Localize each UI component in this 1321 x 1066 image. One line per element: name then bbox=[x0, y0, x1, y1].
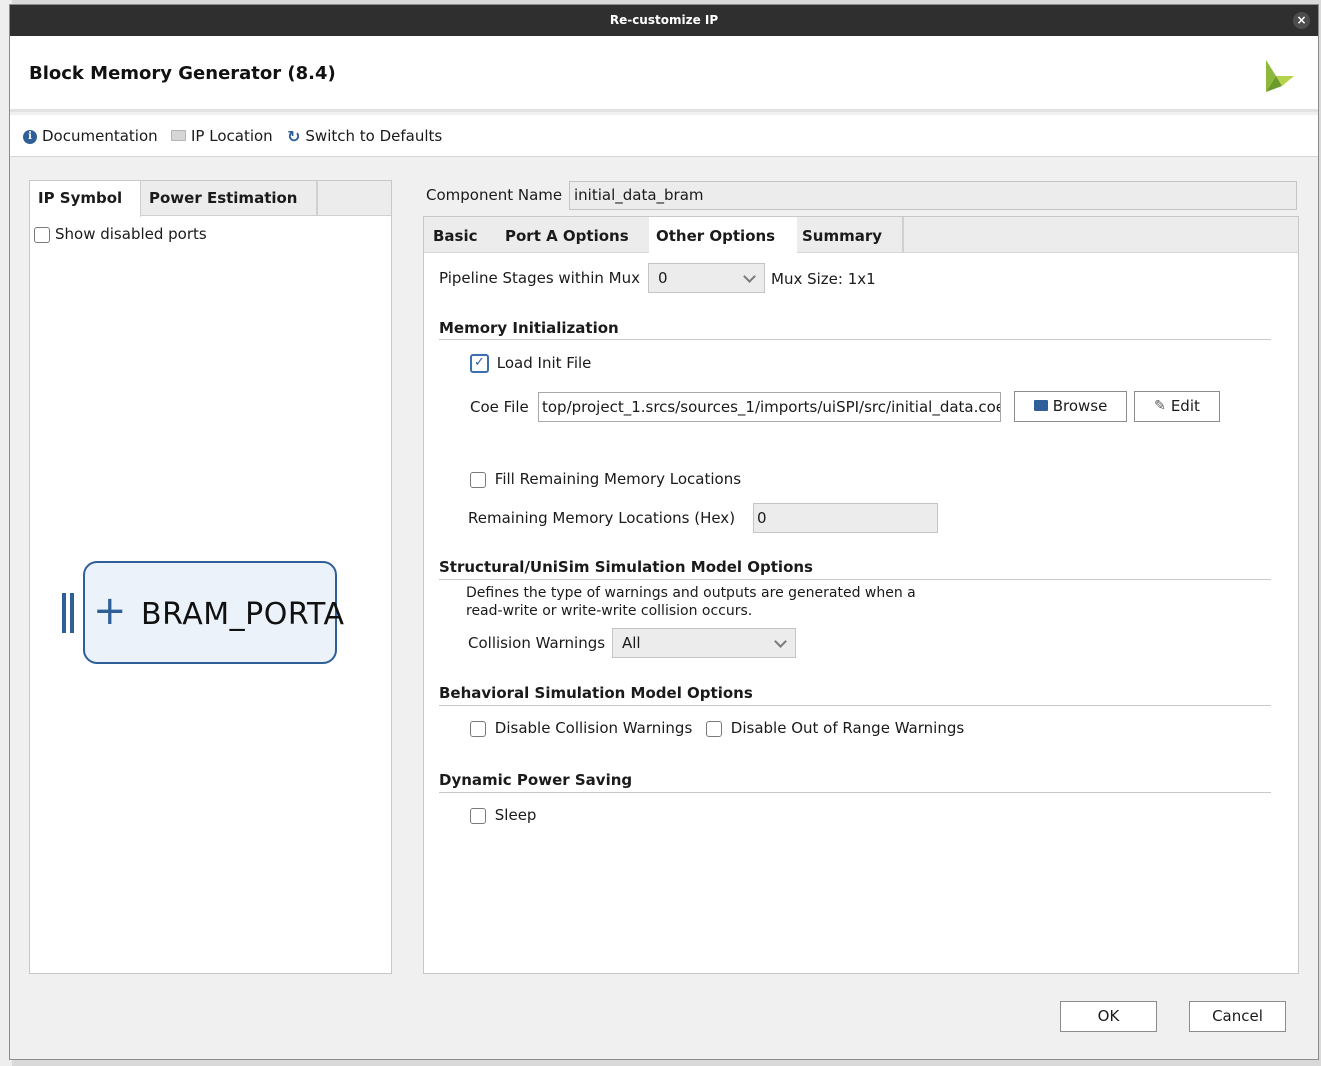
structural-description-line2: read-write or write-write collision occu… bbox=[466, 603, 753, 619]
disable-collision-warnings-checkbox[interactable]: Disable Collision Warnings bbox=[470, 719, 692, 737]
tab-other-options[interactable]: Other Options bbox=[649, 217, 797, 254]
window-title: Re-customize IP bbox=[609, 13, 719, 27]
folder-open-icon bbox=[1033, 400, 1048, 411]
sleep-label: Sleep bbox=[494, 806, 537, 824]
component-name-label: Component Name bbox=[426, 186, 563, 204]
folder-icon bbox=[171, 130, 186, 141]
collision-warnings-value: All bbox=[622, 634, 641, 652]
section-divider bbox=[439, 339, 1271, 340]
ip-location-label: IP Location bbox=[191, 127, 273, 145]
edit-label: Edit bbox=[1170, 397, 1200, 415]
disable-out-of-range-label: Disable Out of Range Warnings bbox=[730, 719, 965, 737]
tab-basic[interactable]: Basic bbox=[426, 217, 485, 253]
refresh-icon: ↻ bbox=[287, 127, 301, 146]
pipeline-stages-label: Pipeline Stages within Mux bbox=[439, 269, 640, 287]
xilinx-logo-icon bbox=[1266, 60, 1294, 92]
structural-options-title: Structural/UniSim Simulation Model Optio… bbox=[439, 558, 813, 576]
checkbox-box[interactable] bbox=[470, 471, 486, 488]
checkbox-box[interactable] bbox=[470, 720, 486, 737]
component-name-field[interactable]: initial_data_bram bbox=[569, 181, 1297, 210]
window-titlebar: Re-customize IP × bbox=[10, 5, 1318, 36]
load-init-file-checkbox[interactable]: ✓ Load Init File bbox=[470, 354, 591, 373]
pipeline-stages-select[interactable]: 0 bbox=[648, 263, 765, 293]
chevron-down-icon bbox=[743, 270, 756, 283]
structural-description-line1: Defines the type of warnings and outputs… bbox=[466, 585, 916, 601]
left-tab-bar: IP Symbol Power Estimation bbox=[30, 181, 391, 217]
memory-initialization-title: Memory Initialization bbox=[439, 319, 619, 337]
re-customize-ip-dialog: Re-customize IP × Block Memory Generator… bbox=[9, 4, 1319, 1060]
edit-button[interactable]: ✎ Edit bbox=[1134, 391, 1220, 422]
cancel-button[interactable]: Cancel bbox=[1189, 1001, 1286, 1032]
options-panel: Basic Port A Options Other Options Summa… bbox=[423, 216, 1299, 974]
checkbox-box[interactable] bbox=[706, 720, 722, 737]
browse-button[interactable]: Browse bbox=[1014, 391, 1127, 422]
checkbox-box[interactable]: ✓ bbox=[470, 354, 489, 373]
switch-to-defaults-button[interactable]: ↻ Switch to Defaults bbox=[287, 127, 442, 146]
ok-button[interactable]: OK bbox=[1060, 1001, 1157, 1032]
mux-size-text: Mux Size: 1x1 bbox=[771, 270, 876, 288]
ip-symbol-diagram: + BRAM_PORTA bbox=[60, 561, 344, 665]
tab-port-a-options[interactable]: Port A Options bbox=[498, 217, 636, 253]
show-disabled-ports-checkbox[interactable]: Show disabled ports bbox=[34, 225, 207, 243]
bram-porta-label: BRAM_PORTA bbox=[141, 597, 345, 632]
fill-remaining-checkbox[interactable]: Fill Remaining Memory Locations bbox=[470, 470, 741, 488]
behavioral-options-title: Behavioral Simulation Model Options bbox=[439, 684, 753, 702]
section-divider bbox=[439, 705, 1271, 706]
info-icon: i bbox=[23, 129, 37, 144]
load-init-file-label: Load Init File bbox=[496, 354, 592, 372]
tab-ip-symbol[interactable]: IP Symbol bbox=[30, 181, 141, 217]
checkbox-box[interactable] bbox=[34, 226, 50, 243]
fill-remaining-label: Fill Remaining Memory Locations bbox=[494, 470, 742, 488]
dialog-header: Block Memory Generator (8.4) bbox=[10, 36, 1318, 112]
switch-defaults-label: Switch to Defaults bbox=[305, 127, 443, 145]
coe-file-input[interactable]: top/project_1.srcs/sources_1/imports/uiS… bbox=[538, 392, 1001, 422]
dynamic-power-title: Dynamic Power Saving bbox=[439, 771, 633, 789]
browse-label: Browse bbox=[1052, 397, 1108, 415]
section-divider bbox=[439, 792, 1271, 793]
close-icon: × bbox=[1296, 13, 1307, 27]
remaining-locations-label: Remaining Memory Locations (Hex) bbox=[468, 509, 736, 527]
tab-power-estimation[interactable]: Power Estimation bbox=[141, 181, 318, 216]
section-divider bbox=[439, 579, 1271, 580]
coe-file-label: Coe File bbox=[470, 398, 529, 416]
collision-warnings-label: Collision Warnings bbox=[468, 634, 606, 652]
bram-porta-interface[interactable]: + BRAM_PORTA bbox=[83, 561, 344, 664]
options-tab-bar: Basic Port A Options Other Options Summa… bbox=[424, 217, 1298, 254]
edit-icon: ✎ bbox=[1154, 398, 1166, 414]
ip-symbol-panel: IP Symbol Power Estimation Show disabled… bbox=[29, 180, 392, 974]
ip-location-button[interactable]: IP Location bbox=[171, 127, 273, 145]
ip-title: Block Memory Generator (8.4) bbox=[29, 63, 336, 84]
chevron-down-icon bbox=[774, 635, 787, 648]
port-bus-icon bbox=[60, 593, 76, 633]
collision-warnings-select[interactable]: All bbox=[612, 628, 796, 658]
pipeline-stages-value: 0 bbox=[658, 269, 668, 287]
checkbox-box[interactable] bbox=[470, 807, 486, 824]
show-disabled-ports-label: Show disabled ports bbox=[55, 225, 207, 243]
toolbar: i Documentation IP Location ↻ Switch to De… bbox=[10, 115, 1318, 157]
close-button[interactable]: × bbox=[1293, 12, 1310, 29]
remaining-locations-input[interactable]: 0 bbox=[753, 503, 938, 533]
sleep-checkbox[interactable]: Sleep bbox=[470, 806, 536, 824]
tab-summary[interactable]: Summary bbox=[795, 217, 904, 253]
expand-plus-icon[interactable]: + bbox=[93, 589, 127, 633]
documentation-button[interactable]: i Documentation bbox=[23, 127, 158, 145]
disable-out-of-range-checkbox[interactable]: Disable Out of Range Warnings bbox=[706, 719, 964, 737]
disable-collision-warnings-label: Disable Collision Warnings bbox=[494, 719, 693, 737]
documentation-label: Documentation bbox=[42, 127, 158, 145]
